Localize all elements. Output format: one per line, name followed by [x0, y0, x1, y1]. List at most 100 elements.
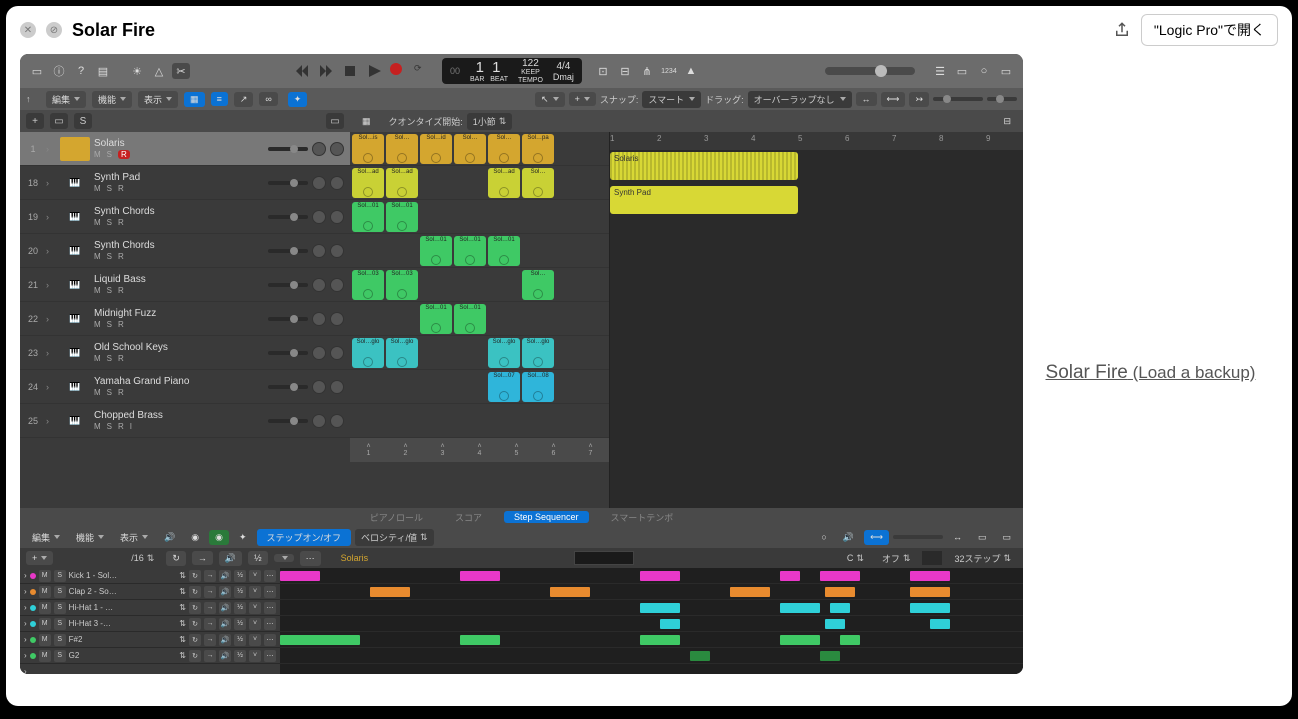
add-track-button[interactable]: + [26, 113, 44, 129]
track-s-button[interactable]: S [107, 354, 112, 363]
empty-cell[interactable] [420, 270, 452, 299]
duplicate-track-icon[interactable]: ▭ [50, 113, 68, 129]
send-knob[interactable] [330, 346, 344, 360]
nudge-icon[interactable]: ↔ [856, 92, 877, 106]
seq-zoom-slider[interactable] [893, 535, 943, 539]
empty-cell[interactable] [454, 202, 486, 231]
send-knob[interactable] [330, 312, 344, 326]
live-loop-cell[interactable]: Sol…id [420, 134, 452, 164]
replace-icon[interactable]: ⊡ [594, 63, 612, 79]
scale-dropdown[interactable]: オフ ⇅ [876, 550, 917, 567]
pan-knob[interactable] [312, 142, 326, 156]
loop-icon[interactable]: ∞ [259, 92, 277, 106]
track-row[interactable]: 23 › 🎹 Old School Keys MSR [20, 336, 350, 370]
share-icon[interactable] [1113, 20, 1131, 40]
sequencer-step[interactable] [690, 651, 710, 661]
tab-score[interactable]: スコア [445, 510, 492, 525]
track-row[interactable]: 24 › 🎹 Yamaha Grand Piano MSR [20, 370, 350, 404]
sequencer-step[interactable] [460, 635, 500, 645]
tuner-icon[interactable]: ⋔ [638, 63, 656, 79]
track-m-button[interactable]: M [94, 218, 101, 227]
track-instrument-icon[interactable]: 🎹 [60, 307, 90, 331]
seq-row-header[interactable]: ›MSHi-Hat 3 -…⇅↻→🔊½˅⋯ [20, 616, 280, 632]
live-loop-cell[interactable]: Sol…glo [352, 338, 384, 368]
pan-knob[interactable] [312, 312, 326, 326]
list-editors-icon[interactable]: ☰ [931, 63, 949, 79]
empty-cell[interactable] [420, 338, 452, 367]
track-r-button[interactable]: R [118, 184, 124, 193]
tab-smart-tempo[interactable]: スマートテンポ [601, 510, 684, 525]
track-r-button[interactable]: R [118, 388, 124, 397]
empty-cell[interactable] [386, 406, 418, 435]
live-loop-cell[interactable]: Sol…glo [522, 338, 554, 368]
pan-knob[interactable] [312, 346, 326, 360]
volume-slider[interactable] [268, 249, 308, 253]
arrange-region[interactable]: Solaris [610, 152, 798, 180]
track-m-button[interactable]: M [94, 150, 101, 159]
volume-slider[interactable] [268, 385, 308, 389]
sequencer-step[interactable] [280, 635, 360, 645]
snap-dropdown[interactable]: スマート [642, 91, 701, 108]
sequencer-step[interactable] [640, 635, 680, 645]
seq-add-button[interactable]: + [26, 551, 53, 565]
track-r-button[interactable]: R [118, 422, 124, 431]
chevron-right-icon[interactable]: › [46, 382, 56, 392]
track-s-button[interactable]: S [107, 388, 112, 397]
empty-cell[interactable] [454, 372, 486, 401]
track-row[interactable]: 21 › 🎹 Liquid Bass MSR [20, 268, 350, 302]
live-loop-cell[interactable]: Sol…01 [488, 236, 520, 266]
track-m-button[interactable]: M [94, 286, 101, 295]
live-loop-cell[interactable]: Sol…01 [454, 304, 486, 334]
track-r-button[interactable]: R [118, 286, 124, 295]
sequencer-step[interactable] [910, 587, 950, 597]
volume-slider[interactable] [268, 215, 308, 219]
volume-slider[interactable] [268, 351, 308, 355]
empty-cell[interactable] [352, 406, 384, 435]
track-m-button[interactable]: M [94, 184, 101, 193]
empty-cell[interactable] [454, 338, 486, 367]
track-r-button[interactable]: R [118, 252, 124, 261]
track-instrument-icon[interactable]: 🎹 [60, 341, 90, 365]
backup-link[interactable]: Solar Fire (Load a backup) [1046, 362, 1256, 384]
empty-cell[interactable] [488, 406, 520, 435]
live-loop-cell[interactable]: Sol…08 [522, 372, 554, 402]
sequencer-step[interactable] [780, 635, 820, 645]
sequencer-step[interactable] [460, 571, 500, 581]
track-zoom-icon[interactable]: ▭ [326, 113, 344, 129]
ruler[interactable]: 123456789 [610, 132, 1023, 150]
live-loop-cell[interactable]: Sol…pa [522, 134, 554, 164]
empty-cell[interactable] [488, 304, 520, 333]
track-s-button[interactable]: S [107, 320, 112, 329]
track-s-button[interactable]: S [107, 422, 112, 431]
live-loop-cell[interactable]: Sol… [386, 134, 418, 164]
seq-panel1-icon[interactable]: ▭ [972, 530, 993, 545]
track-m-button[interactable]: M [94, 252, 101, 261]
sequencer-step[interactable] [640, 571, 680, 581]
sequencer-step[interactable] [825, 587, 855, 597]
empty-cell[interactable] [454, 168, 486, 197]
division-dropdown[interactable]: /16 ⇅ [125, 551, 160, 566]
edit-menu[interactable]: 編集 [46, 91, 86, 108]
seq-edit-menu[interactable]: 編集 [26, 529, 66, 546]
lcd-display[interactable]: 00 1 1BAR BEAT 122KEEPTEMPO 4/4Dmaj [442, 58, 582, 84]
empty-cell[interactable] [352, 304, 384, 333]
seq-loop-icon[interactable]: ↻ [166, 551, 186, 566]
sequencer-step[interactable] [370, 587, 410, 597]
live-loop-cell[interactable]: Sol… [522, 270, 554, 300]
live-loop-cell[interactable]: Sol…03 [386, 270, 418, 300]
quantize-dropdown[interactable]: 1小節 ⇅ [467, 113, 513, 130]
empty-cell[interactable] [420, 168, 452, 197]
close-window-button[interactable]: ✕ [20, 22, 36, 38]
toolbar-icon[interactable]: ▤ [94, 63, 112, 79]
live-loop-cell[interactable]: Sol…ad [386, 168, 418, 198]
seq-mono-icon[interactable]: ○ [815, 530, 832, 544]
empty-cell[interactable] [454, 270, 486, 299]
seq-speaker2-icon[interactable]: 🔊 [219, 551, 242, 566]
track-instrument-icon[interactable]: 🎹 [60, 375, 90, 399]
seq-midi-out-icon[interactable]: ◉ [209, 530, 229, 545]
seq-rate-icon[interactable]: ½ [248, 551, 268, 565]
sequencer-step[interactable] [730, 587, 770, 597]
track-instrument-icon[interactable]: 🎹 [60, 273, 90, 297]
track-row[interactable]: 22 › 🎹 Midnight Fuzz MSR [20, 302, 350, 336]
key-dropdown[interactable]: C ⇅ [841, 551, 870, 566]
